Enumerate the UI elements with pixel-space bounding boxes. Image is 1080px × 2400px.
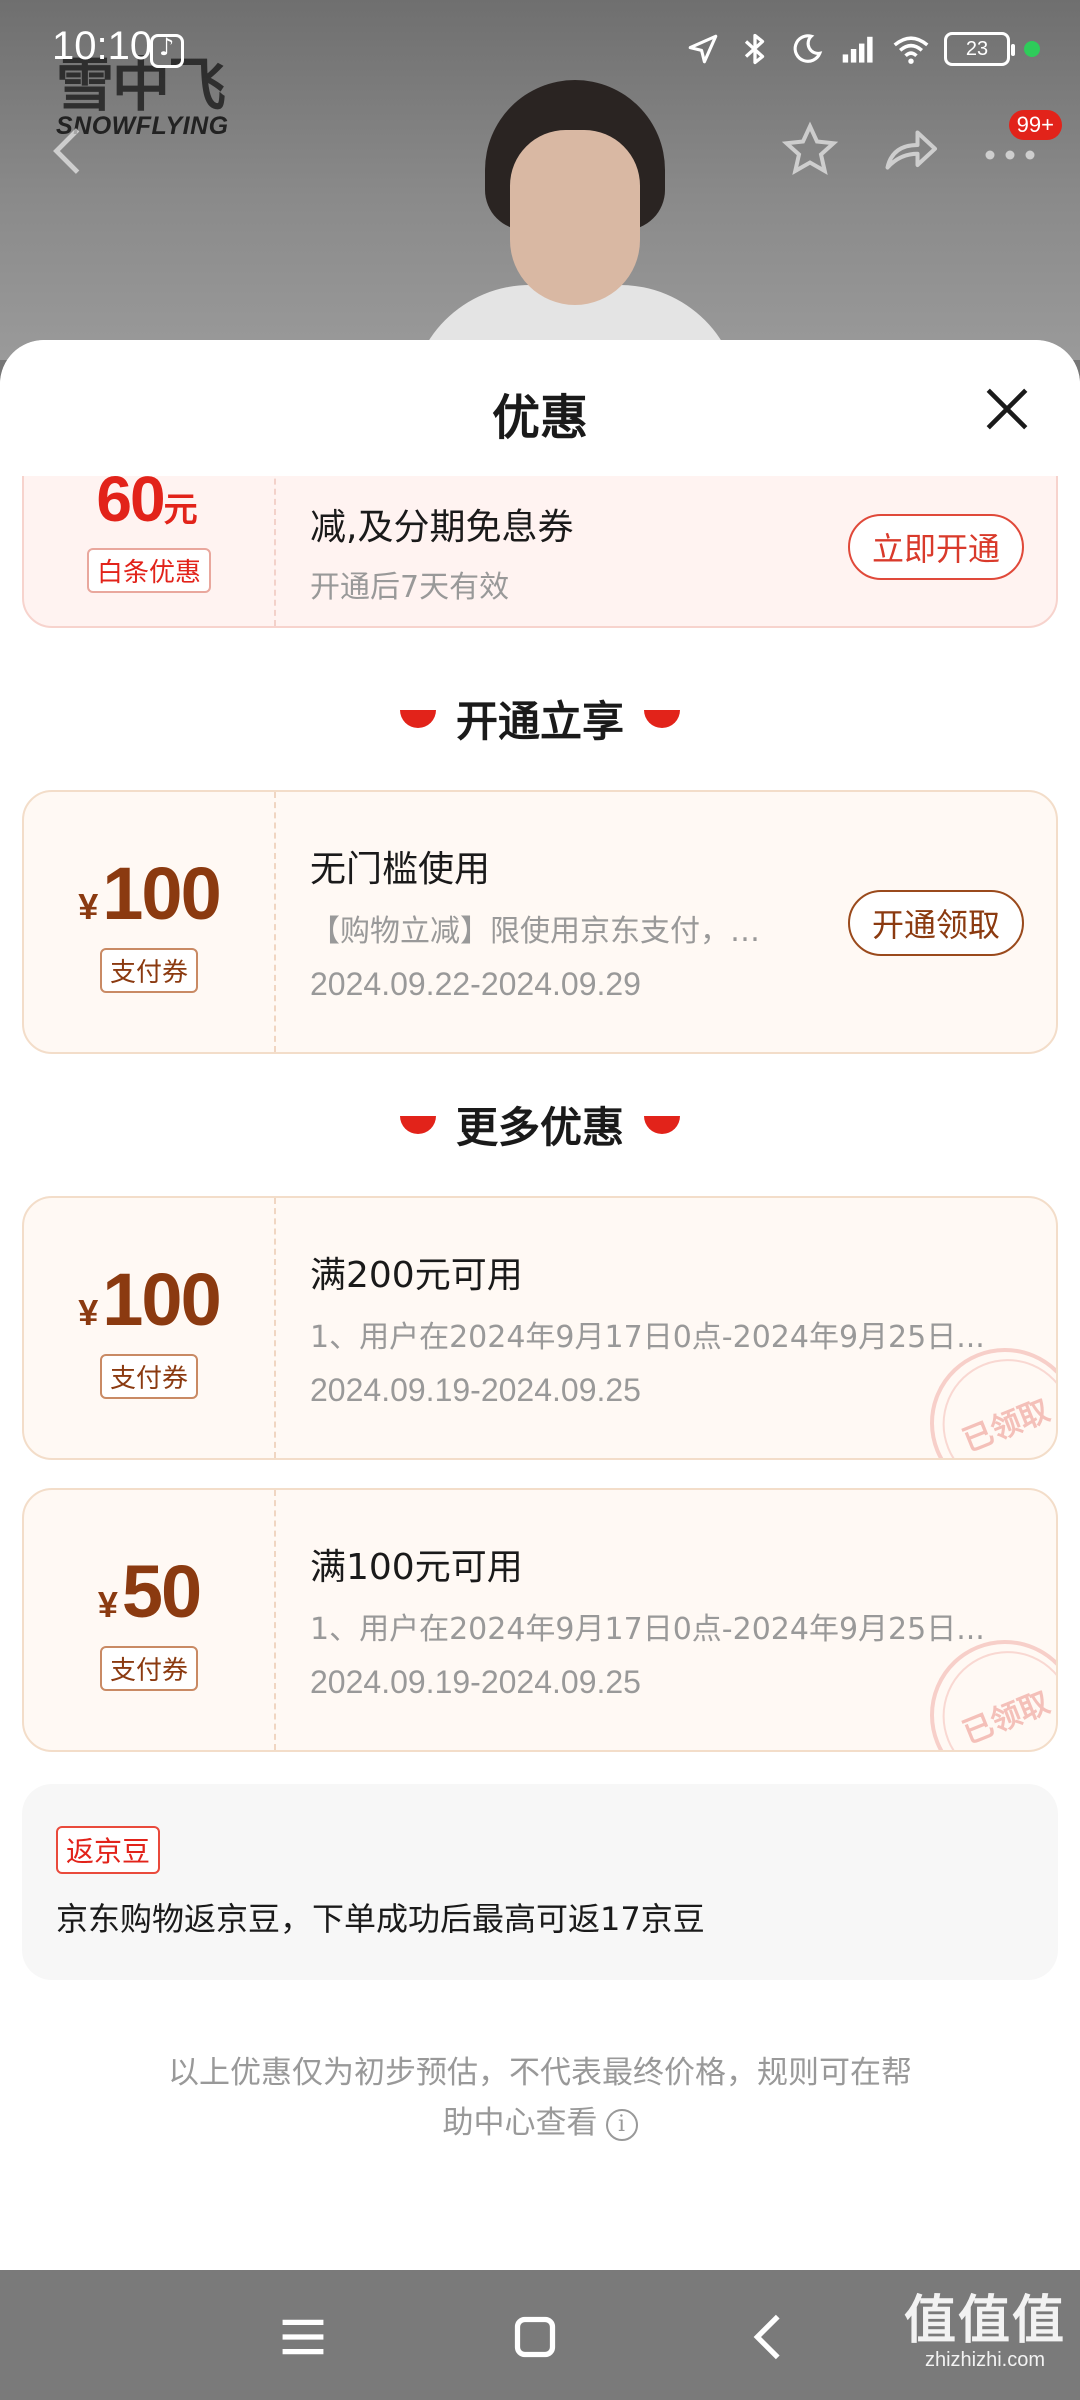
coupon-type-tag: 支付券 — [99, 1354, 198, 1399]
more-menu-icon[interactable]: 99+ — [980, 110, 1062, 180]
disclaimer-line2: 助中心查看 — [442, 2105, 598, 2141]
coupon-dates: 2024.09.19-2024.09.25 — [310, 1664, 641, 1700]
currency-symbol: ¥ — [78, 886, 99, 927]
open-coupon-card: ¥ 100 支付券 无门槛使用 【购物立减】限使用京东支付，… 2024.09.… — [22, 790, 1058, 1054]
watermark-logo: 值值值 zhizhizhi.com — [904, 2278, 1066, 2372]
sheet-header: 优惠 — [0, 340, 1080, 476]
status-bar: 10:10 23 — [0, 0, 1080, 100]
share-icon[interactable] — [880, 120, 940, 180]
coupon-title: 满100元可用 — [310, 1547, 523, 1588]
coupon-amount: 100 — [102, 1258, 221, 1341]
sheet-title: 优惠 — [491, 390, 588, 446]
coupon-amount: 50 — [121, 1550, 202, 1633]
baitiao-title: 减,及分期免息券 — [310, 507, 574, 548]
info-icon[interactable]: i — [605, 2108, 638, 2141]
baitiao-validity: 开通后7天有效 — [310, 570, 510, 605]
coupon-dates: 2024.09.19-2024.09.25 — [310, 1372, 641, 1408]
discount-sheet: 优惠 60 元 白条优惠 减,及分期免息券 开通后7天有效 立即开通 开通立享 — [0, 340, 1080, 2270]
baitiao-unit: 元 — [163, 490, 198, 529]
home-icon[interactable] — [500, 2302, 570, 2372]
jingdou-tag: 返京豆 — [56, 1826, 161, 1874]
system-navigation-bar: 值值值 zhizhizhi.com — [0, 2270, 1080, 2400]
back-nav-icon[interactable] — [734, 2302, 804, 2372]
coupon-description: 1、用户在2024年9月17日0点-2024年9月25日... — [310, 1320, 985, 1355]
more-coupon-card[interactable]: ¥ 100 支付券 满200元可用 1、用户在2024年9月17日0点-2024… — [22, 1196, 1058, 1460]
watermark-en: zhizhizhi.com — [924, 2349, 1046, 2371]
discount-list[interactable]: 60 元 白条优惠 减,及分期免息券 开通后7天有效 立即开通 开通立享 ¥ 1… — [0, 476, 1080, 2270]
favorite-star-icon[interactable] — [780, 120, 840, 180]
open-claim-button[interactable]: 开通领取 — [847, 890, 1024, 956]
section-more-label: 更多优惠 — [455, 1103, 624, 1152]
smile-decor-icon — [399, 1115, 436, 1134]
currency-symbol: ¥ — [78, 1292, 99, 1333]
coupon-dates: 2024.09.22-2024.09.29 — [310, 966, 641, 1002]
smile-decor-icon — [644, 709, 680, 728]
privacy-indicator-dot — [1024, 41, 1040, 57]
coupon-description: 1、用户在2024年9月17日0点-2024年9月25日... — [310, 1612, 985, 1647]
coupon-amount: 100 — [102, 852, 221, 935]
baitiao-tag: 白条优惠 — [86, 547, 211, 593]
coupon-description: 【购物立减】限使用京东支付，… — [310, 914, 760, 949]
jingdou-text: 京东购物返京豆，下单成功后最高可返17京豆 — [56, 1900, 705, 1938]
coupon-type-tag: 支付券 — [99, 1646, 198, 1691]
close-icon[interactable] — [982, 384, 1032, 434]
more-coupon-card[interactable]: ¥ 50 支付券 满100元可用 1、用户在2024年9月17日0点-2024年… — [22, 1488, 1058, 1752]
tiktok-icon — [150, 33, 184, 68]
recent-apps-icon[interactable] — [268, 2302, 338, 2372]
section-open-title: 开通立享 — [0, 688, 1080, 749]
watermark-cn: 值值值 — [903, 2291, 1066, 2351]
open-baitiao-button[interactable]: 立即开通 — [847, 514, 1024, 580]
disclaimer-line1: 以上优惠仅为初步预估，不代表最终价格，规则可在帮 — [168, 2055, 912, 2091]
section-open-label: 开通立享 — [455, 697, 624, 746]
signal-hd-icon — [840, 30, 878, 68]
currency-symbol: ¥ — [97, 1584, 118, 1625]
disclaimer: 以上优惠仅为初步预估，不代表最终价格，规则可在帮 助中心查看 i — [120, 2048, 960, 2148]
status-time: 10:10 — [52, 24, 153, 68]
wifi-icon — [892, 30, 930, 68]
cart-badge: 99+ — [1008, 110, 1062, 140]
location-arrow-icon — [684, 30, 722, 68]
section-more-title: 更多优惠 — [0, 1094, 1080, 1155]
back-icon[interactable] — [48, 126, 88, 176]
moon-icon — [788, 30, 826, 68]
coupon-type-tag: 支付券 — [99, 948, 198, 993]
coupon-title: 满200元可用 — [310, 1255, 523, 1296]
coupon-title: 无门槛使用 — [310, 849, 491, 890]
model-photo — [410, 70, 740, 360]
bluetooth-icon — [736, 30, 774, 68]
battery-icon: 23 — [944, 32, 1015, 66]
baitiao-amount: 60 — [96, 476, 165, 535]
jingdou-rebate-box: 返京豆 京东购物返京豆，下单成功后最高可返17京豆 — [22, 1784, 1058, 1980]
smile-decor-icon — [399, 709, 436, 728]
baitiao-coupon-card: 60 元 白条优惠 减,及分期免息券 开通后7天有效 立即开通 — [22, 476, 1058, 628]
smile-decor-icon — [644, 1115, 680, 1134]
